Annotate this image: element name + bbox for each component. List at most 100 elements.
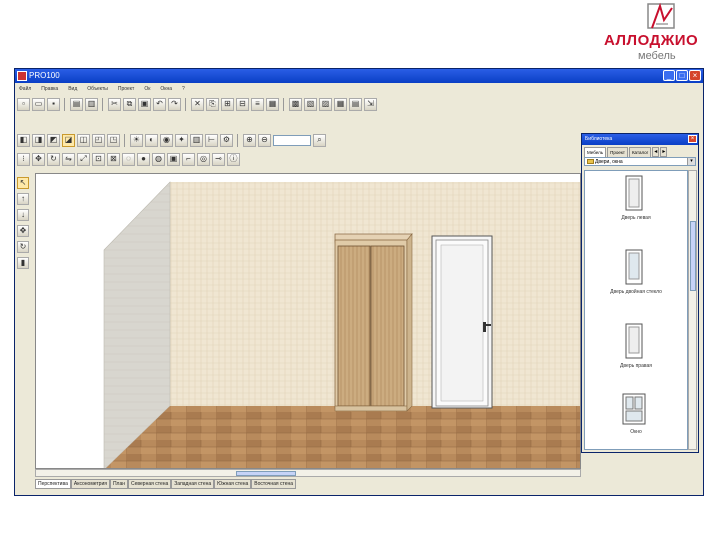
view-front-icon[interactable]: ◧ [17, 133, 30, 147]
lamp-icon[interactable]: ☀ [130, 133, 143, 147]
render-icon[interactable]: ✦ [175, 133, 188, 147]
menu-item-edit[interactable]: Правка [41, 83, 58, 95]
snap-icon[interactable]: ▧ [304, 97, 317, 111]
arrow-down-icon[interactable]: ↓ [17, 209, 29, 221]
materials-icon[interactable]: ▦ [334, 97, 347, 111]
lock-icon[interactable]: ⊡ [92, 152, 105, 166]
color-icon[interactable]: ◍ [152, 152, 165, 166]
settings-icon[interactable]: ⚙ [220, 133, 233, 147]
move-icon[interactable]: ✥ [32, 152, 45, 166]
view-persp-icon[interactable]: ◳ [107, 133, 120, 147]
mirror-icon[interactable]: ⇋ [62, 152, 75, 166]
menu-item-windows[interactable]: Окна [160, 83, 172, 95]
edge-icon[interactable]: ⌐ [182, 152, 195, 166]
minimize-button[interactable]: _ [663, 70, 675, 81]
3d-viewport[interactable] [35, 173, 581, 469]
show-icon[interactable]: ● [137, 152, 150, 166]
rotate-icon[interactable]: ↻ [47, 152, 60, 166]
new-icon[interactable]: ▫ [17, 97, 30, 111]
library-folder-select[interactable]: Двери, окна ▾ [584, 157, 696, 166]
tab-perspective[interactable]: Перспектива [35, 479, 71, 489]
export-icon[interactable]: ⇲ [364, 97, 377, 111]
wall-tool-icon[interactable]: ▮ [17, 257, 29, 269]
pointer-icon[interactable]: ↖ [17, 177, 29, 189]
tab-north-wall[interactable]: Северная стена [128, 479, 172, 489]
view-back-icon[interactable]: ◨ [32, 133, 45, 147]
group-icon[interactable]: ⊞ [221, 97, 234, 111]
tab-axonometry[interactable]: Аксонометрия [70, 479, 110, 489]
library-item[interactable]: Дверь левая [585, 175, 687, 235]
redo-icon[interactable]: ↷ [168, 97, 181, 111]
zoom-out-icon[interactable]: ⊖ [258, 133, 271, 147]
toolbar-view: ◧ ◨ ◩ ◪ ◫ ◰ ◳ ☀ ◐ ◉ ✦ ▥ ⊢ ⚙ ⊕ ⊖ ⌕ [17, 132, 326, 148]
material-icon[interactable]: ▣ [167, 152, 180, 166]
properties-icon[interactable]: ▦ [266, 97, 279, 111]
hole-icon[interactable]: ◎ [197, 152, 210, 166]
hide-icon[interactable]: ◌ [122, 152, 135, 166]
preview-icon[interactable]: ▥ [85, 97, 98, 111]
chevron-down-icon[interactable]: ▾ [687, 158, 695, 165]
save-icon[interactable]: ▪ [47, 97, 60, 111]
cut-icon[interactable]: ✂ [108, 97, 121, 111]
ungroup-icon[interactable]: ⊟ [236, 97, 249, 111]
library-close-button[interactable]: × [688, 135, 697, 143]
library-scrollbar[interactable] [688, 170, 697, 450]
texture-icon[interactable]: ▥ [190, 133, 203, 147]
door[interactable] [431, 235, 493, 409]
zoom-in-icon[interactable]: ⊕ [243, 133, 256, 147]
viewport-hscrollbar[interactable] [35, 469, 581, 477]
menu-item-objects[interactable]: Объекты [87, 83, 108, 95]
library-tab-catalog[interactable]: Каталог [628, 147, 652, 157]
measure-icon[interactable]: ⊢ [205, 133, 218, 147]
wardrobe[interactable] [334, 233, 413, 412]
tab-scroll-right-icon[interactable]: ▸ [660, 147, 668, 157]
viewport-hscrollbar-thumb[interactable] [236, 471, 296, 476]
maximize-button[interactable]: □ [676, 70, 688, 81]
menu-item-view[interactable]: Вид [68, 83, 77, 95]
menu-item-ok[interactable]: Ок [144, 83, 150, 95]
library-tab-project[interactable]: Проект [607, 147, 628, 157]
view-right-icon[interactable]: ◪ [62, 133, 75, 147]
handle-icon[interactable]: ⊸ [212, 152, 225, 166]
zoom-fit-icon[interactable]: ⌕ [313, 133, 326, 147]
zoom-combo[interactable] [273, 134, 311, 146]
unlock-icon[interactable]: ⊠ [107, 152, 120, 166]
library-scrollbar-thumb[interactable] [690, 221, 696, 291]
scale-icon[interactable]: ⤢ [77, 152, 90, 166]
paste-icon[interactable]: ▣ [138, 97, 151, 111]
camera-icon[interactable]: ◉ [160, 133, 173, 147]
view-left-icon[interactable]: ◩ [47, 133, 60, 147]
shadow-icon[interactable]: ◐ [145, 133, 158, 147]
close-button[interactable]: × [689, 70, 701, 81]
library-item[interactable]: Окно [585, 393, 687, 449]
tab-south-wall[interactable]: Южная стена [214, 479, 252, 489]
library-item[interactable]: Дверь правая [585, 323, 687, 383]
tab-scroll-left-icon[interactable]: ◂ [652, 147, 660, 157]
orbit-icon[interactable]: ↻ [17, 241, 29, 253]
align-icon[interactable]: ≡ [251, 97, 264, 111]
menu-item-file[interactable]: Файл [19, 83, 31, 95]
floor[interactable] [104, 406, 581, 469]
library-tab-furniture[interactable]: Мебель [584, 147, 607, 157]
grid-icon[interactable]: ▩ [289, 97, 302, 111]
select-all-icon[interactable]: ⁝ [17, 152, 30, 166]
print-icon[interactable]: ▤ [70, 97, 83, 111]
tab-plan[interactable]: План [109, 479, 129, 489]
report-icon[interactable]: ▤ [349, 97, 362, 111]
library-item[interactable]: Дверь двойная стекло [585, 249, 687, 313]
undo-icon[interactable]: ↶ [153, 97, 166, 111]
tab-west-wall[interactable]: Западная стена [171, 479, 215, 489]
layers-icon[interactable]: ▨ [319, 97, 332, 111]
view-iso-icon[interactable]: ◰ [92, 133, 105, 147]
open-icon[interactable]: ▭ [32, 97, 45, 111]
menu-item-help[interactable]: ? [182, 83, 185, 95]
arrow-up-icon[interactable]: ↑ [17, 193, 29, 205]
info-icon[interactable]: ⓘ [227, 152, 240, 166]
tab-east-wall[interactable]: Восточная стена [251, 479, 297, 489]
pan-icon[interactable]: ✥ [17, 225, 29, 237]
menu-item-project[interactable]: Проект [118, 83, 134, 95]
view-top-icon[interactable]: ◫ [77, 133, 90, 147]
duplicate-icon[interactable]: ⎘ [206, 97, 219, 111]
copy-icon[interactable]: ⧉ [123, 97, 136, 111]
delete-icon[interactable]: ✕ [191, 97, 204, 111]
